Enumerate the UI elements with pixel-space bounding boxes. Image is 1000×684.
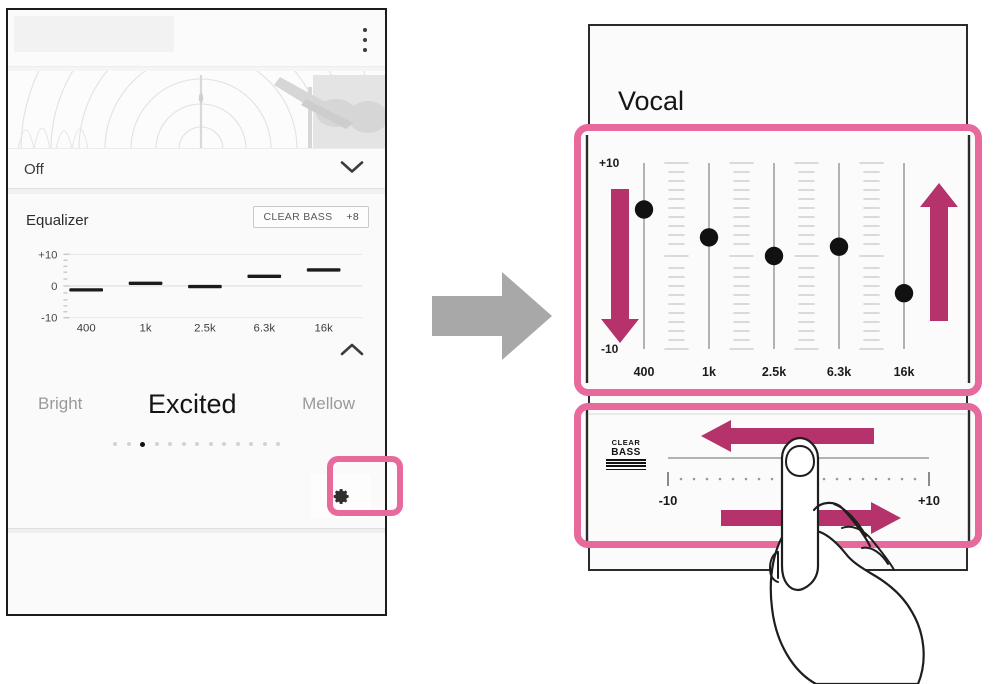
svg-text:400: 400 (77, 323, 96, 334)
sound-effect-value: Off (24, 160, 44, 178)
clear-bass-min-label: -10 (659, 493, 678, 508)
phone-screen-before: Off Equalizer CLEAR BASS +8 +10 0 -10 40… (6, 8, 387, 616)
slider-thumb-1k (699, 228, 719, 247)
page-dot[interactable] (249, 442, 253, 446)
page-dot[interactable] (195, 442, 199, 446)
svg-text:2.5k: 2.5k (762, 365, 786, 379)
svg-text:1k: 1k (702, 365, 716, 379)
page-dot-active[interactable] (140, 442, 145, 447)
arrow-left-icon (701, 420, 874, 452)
svg-text:1k: 1k (140, 323, 152, 334)
arrow-right-icon (721, 502, 901, 534)
equalizer-sliders-chart: +10 -10 400 1k 2.5k 6.3k 16k (585, 135, 971, 383)
album-artwork (8, 66, 385, 149)
clear-bass-logo: CLEAR BASS (606, 438, 646, 472)
arrow-down-icon (601, 189, 639, 343)
clear-bass-max-label: +10 (918, 493, 940, 508)
gear-icon (333, 488, 349, 504)
preset-carousel[interactable]: Bright Excited Mellow (8, 380, 385, 428)
svg-text:+10: +10 (38, 249, 57, 261)
svg-text:16k: 16k (894, 365, 915, 379)
page-dot[interactable] (262, 442, 267, 446)
preset-current: Excited (147, 388, 237, 419)
page-dot[interactable] (235, 442, 240, 446)
preset-next[interactable]: Mellow (302, 394, 355, 414)
mini-equalizer-chart: +10 0 -10 400 1k 2.5k 6.3k 16k (38, 249, 363, 334)
panel-footer (8, 533, 385, 614)
page-dot[interactable] (154, 442, 159, 446)
page-dot[interactable] (113, 442, 117, 446)
svg-text:400: 400 (634, 365, 655, 379)
clear-bass-badge-label: CLEAR BASS (263, 211, 333, 223)
artwork-graphic (8, 67, 385, 149)
page-dot[interactable] (208, 442, 213, 446)
svg-text:0: 0 (51, 281, 57, 293)
app-header (8, 10, 385, 66)
svg-text:+10: +10 (599, 156, 620, 170)
arrow-up-icon (920, 183, 958, 321)
chevron-up-icon[interactable] (339, 342, 365, 363)
illustration-stage: Off Equalizer CLEAR BASS +8 +10 0 -10 40… (0, 0, 1000, 684)
svg-text:-10: -10 (601, 342, 619, 356)
svg-text:16k: 16k (314, 323, 333, 334)
page-dot[interactable] (222, 442, 226, 446)
page-dot[interactable] (168, 442, 172, 446)
slider-thumb-6-3k (829, 237, 849, 256)
equalizer-card: Equalizer CLEAR BASS +8 +10 0 -10 400 1k… (8, 194, 385, 528)
slider-thumb-400 (634, 200, 654, 219)
chevron-down-icon[interactable] (339, 159, 365, 180)
clear-bass-logo-line2: BASS (611, 447, 641, 458)
page-dot[interactable] (181, 442, 186, 446)
page-dot[interactable] (276, 442, 280, 446)
carousel-page-dots (8, 442, 385, 447)
header-title-placeholder (14, 16, 174, 52)
preset-previous[interactable]: Bright (38, 394, 82, 414)
svg-text:6.3k: 6.3k (827, 365, 851, 379)
clear-bass-logo-bars (606, 459, 646, 471)
clear-bass-slider-chart: -10 +10 (585, 410, 971, 541)
equalizer-slider-block: +10 -10 400 1k 2.5k 6.3k 16k (581, 131, 975, 389)
clear-bass-thumb[interactable] (793, 448, 813, 468)
clear-bass-slider-block: -10 +10 CLEAR BASS (581, 410, 975, 541)
slider-thumb-2-5k (764, 246, 784, 266)
clear-bass-badge-value: +8 (346, 211, 359, 223)
page-dot[interactable] (126, 442, 131, 446)
svg-text:-10: -10 (41, 313, 57, 325)
sound-effect-row[interactable]: Off (8, 148, 385, 189)
arrow-right-icon (432, 272, 552, 360)
clear-bass-badge[interactable]: CLEAR BASS +8 (253, 206, 369, 228)
svg-text:6.3k: 6.3k (254, 323, 276, 334)
settings-button[interactable] (311, 474, 371, 518)
equalizer-title: Equalizer (26, 212, 89, 229)
svg-text:2.5k: 2.5k (194, 323, 216, 334)
slider-thumb-16k (894, 284, 914, 303)
clear-bass-logo-line1: CLEAR (611, 438, 641, 447)
page-title: Vocal (618, 86, 685, 116)
more-vertical-icon[interactable] (362, 28, 367, 52)
